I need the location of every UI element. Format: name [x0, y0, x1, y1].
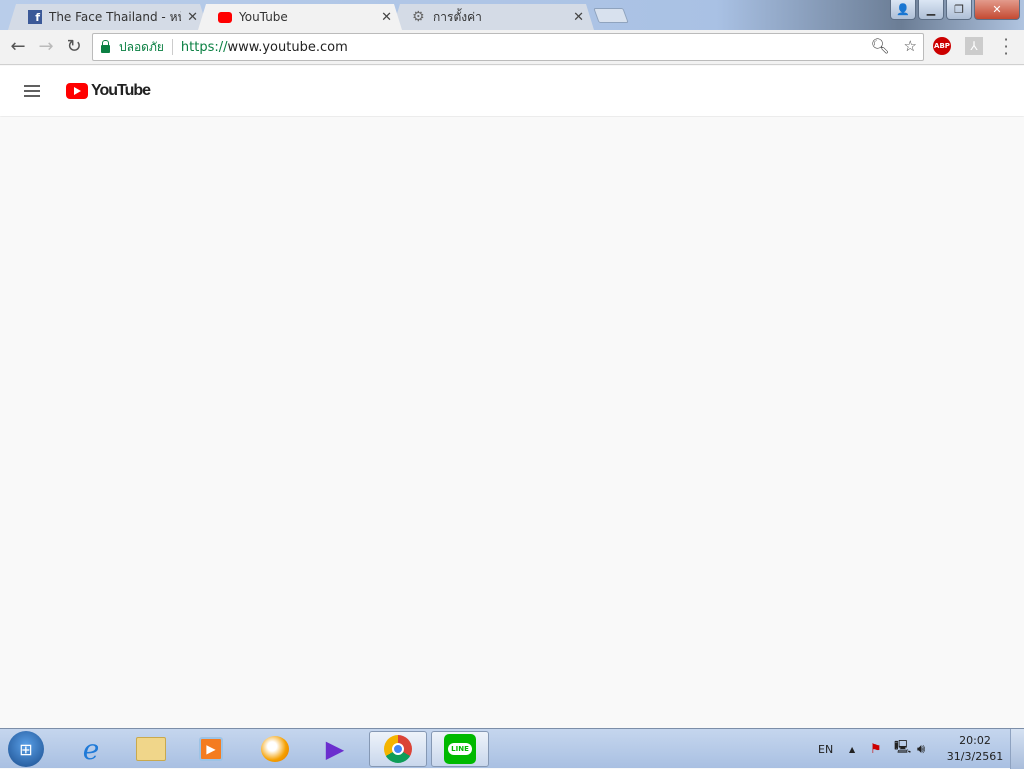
close-window-button[interactable]: ✕: [974, 0, 1020, 20]
taskbar: ⊞ e ▶ ▶ LINE EN ▲ ⚑ 🖳 🔊︎ 20:02 31/3/2561: [0, 728, 1024, 769]
taskbar-chrome[interactable]: [369, 731, 427, 767]
clock[interactable]: 20:02 31/3/2561: [944, 733, 1006, 765]
url-text[interactable]: https://www.youtube.com: [181, 40, 348, 55]
close-tab-icon[interactable]: ✕: [187, 10, 198, 25]
divider: [171, 39, 173, 55]
youtube-logo[interactable]: YouTube: [66, 82, 151, 100]
browser-toolbar: ← → ↻ ปลอดภัย https://www.youtube.com 🔍︎…: [0, 30, 1024, 65]
tab-settings[interactable]: ⚙ การตั้งค่า ✕: [392, 4, 594, 30]
show-desktop-button[interactable]: [1010, 729, 1024, 769]
taskbar-line[interactable]: LINE: [431, 731, 489, 767]
hamburger-menu-icon[interactable]: [24, 85, 40, 97]
chrome-icon: [384, 735, 412, 763]
visual-studio-icon: ▶: [325, 735, 345, 763]
secure-label: ปลอดภัย: [119, 39, 164, 54]
internet-explorer-icon: e: [82, 732, 100, 766]
tab-label: การตั้งค่า: [433, 9, 482, 24]
lock-icon: [101, 40, 110, 53]
volume-icon[interactable]: 🔊︎: [917, 729, 925, 769]
taskbar-media-player[interactable]: ▶: [182, 731, 240, 767]
minimize-icon: ▁: [926, 3, 936, 16]
gear-icon: ⚙: [412, 9, 425, 25]
taskbar-visual-studio[interactable]: ▶: [306, 731, 364, 767]
youtube-logo-text: YouTube: [91, 82, 151, 99]
minimize-button[interactable]: ▁: [918, 0, 944, 20]
line-icon: LINE: [444, 734, 476, 764]
taskbar-gom-player[interactable]: [246, 731, 304, 767]
gom-player-icon: [261, 736, 289, 762]
chrome-menu-icon[interactable]: · · ·: [1000, 32, 1012, 62]
profile-button[interactable]: 👤: [890, 0, 916, 20]
person-icon: 👤: [896, 3, 910, 16]
taskbar-file-explorer[interactable]: [122, 731, 180, 767]
network-icon[interactable]: 🖳: [894, 729, 911, 769]
tab-label: The Face Thailand - หน้าห: [49, 9, 178, 24]
restore-icon: ❐: [954, 3, 964, 16]
back-button[interactable]: ←: [7, 36, 29, 57]
url-scheme: https://: [180, 39, 228, 55]
tab-facebook[interactable]: f The Face Thailand - หน้าห ✕: [8, 4, 208, 30]
restore-button[interactable]: ❐: [946, 0, 972, 20]
youtube-play-icon: [66, 83, 88, 99]
bookmark-star-icon[interactable]: ☆: [904, 37, 917, 55]
address-bar[interactable]: ปลอดภัย https://www.youtube.com 🔍︎ ☆: [92, 33, 924, 61]
taskbar-internet-explorer[interactable]: e: [62, 731, 120, 767]
zoom-icon[interactable]: 🔍︎: [871, 37, 890, 55]
line-label: LINE: [448, 743, 472, 755]
show-hidden-icons-icon[interactable]: ▲: [849, 729, 855, 769]
start-button[interactable]: ⊞: [8, 731, 44, 767]
language-indicator[interactable]: EN: [818, 729, 833, 769]
close-tab-icon[interactable]: ✕: [381, 10, 392, 25]
facebook-icon: f: [28, 10, 42, 24]
url-host: www.youtube.com: [227, 39, 348, 55]
close-icon: ✕: [992, 3, 1002, 16]
title-bar: f The Face Thailand - หน้าห ✕ YouTube ✕ …: [0, 0, 1024, 30]
youtube-icon: [218, 12, 232, 23]
clock-date: 31/3/2561: [946, 750, 1004, 763]
new-tab-button[interactable]: [593, 8, 629, 23]
windows-logo-icon: ⊞: [19, 739, 33, 759]
reload-button[interactable]: ↻: [63, 36, 85, 57]
youtube-header: YouTube: [0, 66, 1024, 116]
pdf-extension-icon[interactable]: ⅄: [965, 37, 983, 55]
folder-icon: [136, 737, 166, 761]
media-player-icon: ▶: [199, 737, 223, 761]
adblock-plus-icon[interactable]: ABP: [933, 37, 951, 55]
page-content: [0, 117, 1024, 728]
clock-time: 20:02: [959, 734, 991, 747]
tab-youtube[interactable]: YouTube ✕: [198, 4, 402, 30]
forward-button[interactable]: →: [35, 36, 57, 57]
close-tab-icon[interactable]: ✕: [573, 10, 584, 25]
tab-label: YouTube: [239, 10, 288, 24]
action-center-flag-icon[interactable]: ⚑: [870, 729, 882, 769]
